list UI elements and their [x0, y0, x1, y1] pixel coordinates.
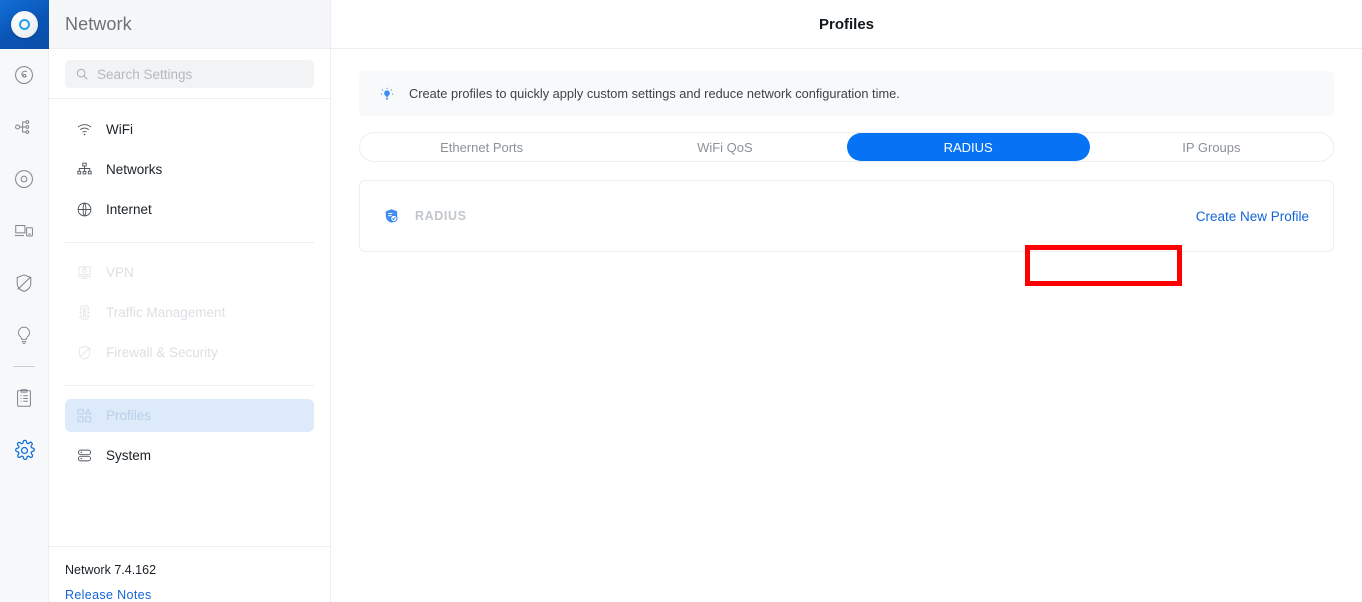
info-banner: Create profiles to quickly apply custom …: [359, 71, 1334, 116]
sidebar-item-label: Networks: [106, 162, 162, 177]
main-content: Profiles Create profiles to quickly appl…: [331, 0, 1362, 602]
sidebar-item-vpn[interactable]: VPN: [65, 256, 314, 289]
banner-text: Create profiles to quickly apply custom …: [409, 86, 900, 101]
sidebar-group-management: Profiles System: [65, 385, 314, 488]
card-title-group: RADIUS: [382, 207, 467, 226]
app-icon-rail: [0, 0, 49, 602]
tab-radius[interactable]: RADIUS: [847, 133, 1090, 161]
tab-ip-groups[interactable]: IP Groups: [1090, 133, 1333, 161]
sidebar-item-system[interactable]: System: [65, 439, 314, 472]
gear-settings-icon[interactable]: [0, 424, 49, 476]
sidebar-item-label: Profiles: [106, 408, 151, 423]
sidebar-item-networks[interactable]: Networks: [65, 153, 314, 186]
version-label: Network 7.4.162: [65, 563, 314, 577]
sidebar-group-security: VPN Traffic Management: [65, 242, 314, 385]
topology-icon[interactable]: [0, 101, 49, 153]
settings-sidebar: Network: [49, 0, 331, 602]
card-label: RADIUS: [415, 209, 467, 223]
shield-protect-icon[interactable]: [0, 257, 49, 309]
profiles-grid-icon: [76, 407, 93, 424]
page-title: Profiles: [819, 16, 874, 33]
sidebar-nav: WiFi Networks: [49, 99, 330, 546]
profile-type-tabs: Ethernet Ports WiFi QoS RADIUS IP Groups: [359, 132, 1334, 162]
search-settings-box[interactable]: [65, 60, 314, 88]
shield-icon: [76, 344, 93, 361]
search-container: [49, 49, 330, 98]
sidebar-item-label: System: [106, 448, 151, 463]
release-notes-link[interactable]: Release Notes: [65, 588, 314, 602]
dashboard-speed-icon[interactable]: [0, 49, 49, 101]
sidebar-item-label: Internet: [106, 202, 152, 217]
unifi-ap-logo-icon[interactable]: [0, 0, 49, 49]
sidebar-group-network: WiFi Networks: [65, 113, 314, 242]
create-new-profile-link[interactable]: Create New Profile: [1190, 206, 1315, 227]
search-icon: [75, 67, 89, 81]
sidebar-header: Network: [49, 0, 330, 49]
client-devices-icon[interactable]: [0, 205, 49, 257]
app-root: Network: [0, 0, 1362, 602]
lightbulb-insights-icon[interactable]: [0, 309, 49, 361]
sidebar-item-firewall-security[interactable]: Firewall & Security: [65, 336, 314, 369]
app-title: Network: [65, 14, 132, 35]
lightbulb-icon: [379, 86, 395, 102]
traffic-light-icon: [76, 304, 93, 321]
devices-disc-icon[interactable]: [0, 153, 49, 205]
globe-icon: [76, 201, 93, 218]
system-server-icon: [76, 447, 93, 464]
sidebar-footer: Network 7.4.162 Release Notes: [49, 546, 330, 602]
tab-ethernet-ports[interactable]: Ethernet Ports: [360, 133, 603, 161]
tab-wifi-qos[interactable]: WiFi QoS: [603, 133, 846, 161]
radius-profile-card: RADIUS Create New Profile: [359, 180, 1334, 252]
networks-tree-icon: [76, 161, 93, 178]
sidebar-item-profiles[interactable]: Profiles: [65, 399, 314, 432]
sidebar-item-label: WiFi: [106, 122, 133, 137]
sidebar-item-label: Traffic Management: [106, 305, 225, 320]
sidebar-item-wifi[interactable]: WiFi: [65, 113, 314, 146]
main-header: Profiles: [331, 0, 1362, 49]
sidebar-item-traffic-management[interactable]: Traffic Management: [65, 296, 314, 329]
logs-clipboard-icon[interactable]: [0, 372, 49, 424]
search-input[interactable]: [97, 67, 304, 82]
main-body: Create profiles to quickly apply custom …: [331, 49, 1362, 602]
rail-divider: [13, 366, 35, 367]
vpn-lock-icon: [76, 264, 93, 281]
sidebar-item-label: Firewall & Security: [106, 345, 218, 360]
sidebar-item-internet[interactable]: Internet: [65, 193, 314, 226]
wifi-icon: [76, 121, 93, 138]
sidebar-item-label: VPN: [106, 265, 134, 280]
radius-shield-check-icon: [382, 207, 401, 226]
